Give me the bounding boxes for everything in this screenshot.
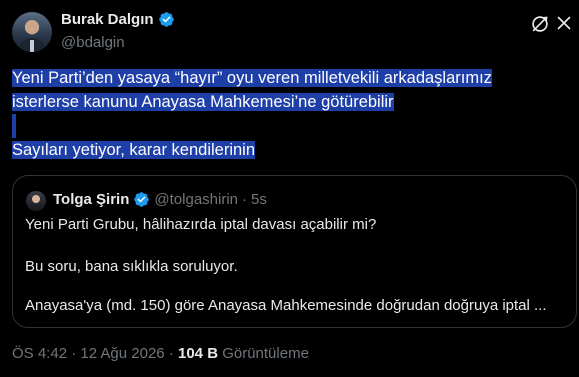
separator-dot: · — [164, 345, 178, 362]
tweet-text-line: Yeni Parti’den yasaya “hayır” oyu veren … — [12, 69, 492, 87]
quoted-text-line: Yeni Parti Grubu, hâlihazırda iptal dava… — [25, 216, 377, 233]
close-icon[interactable] — [553, 12, 575, 34]
separator-dot: · — [67, 345, 81, 362]
quoted-text-line: Bu soru, bana sıklıkla soruluyor. — [25, 258, 238, 275]
author-name-row: Burak Dalgın — [61, 11, 175, 28]
quoted-text-line: Anayasa'ya (md. 150) göre Anayasa Mahkem… — [25, 297, 547, 314]
tweet-text-line: Sayıları yetiyor, karar kendilerinin — [12, 141, 256, 159]
post-time[interactable]: ÖS 4:42 — [12, 345, 67, 362]
quoted-author-name: Tolga Şirin — [53, 191, 130, 208]
tweet-text: Yeni Parti’den yasaya “hayır” oyu veren … — [12, 66, 567, 162]
verified-badge-icon — [134, 192, 150, 207]
quoted-tweet[interactable]: Tolga Şirin @tolgashirin · 5s Yeni Parti… — [12, 175, 577, 328]
paragraph-gap — [12, 114, 567, 138]
quoted-header: Tolga Şirin @tolgashirin · 5s — [53, 191, 267, 208]
separator-dot: · — [242, 191, 248, 208]
post-date[interactable]: 12 Ağu 2026 — [80, 345, 164, 362]
tweet-card: Burak Dalgın @bdalgin Yeni Parti’den yas… — [0, 0, 579, 377]
views-label: Görüntüleme — [218, 345, 309, 362]
verified-badge-icon — [158, 12, 174, 27]
author-avatar[interactable] — [12, 12, 52, 52]
author-handle[interactable]: @bdalgin — [61, 34, 125, 51]
quoted-author-handle: @tolgashirin — [154, 191, 239, 208]
tweet-meta: ÖS 4:42 · 12 Ağu 2026 · 104 B Görüntülem… — [12, 345, 309, 362]
quoted-timestamp: 5s — [251, 191, 267, 208]
views-count: 104 B — [178, 345, 219, 362]
avatar-tie — [30, 40, 34, 52]
author-display-name[interactable]: Burak Dalgın — [61, 11, 154, 28]
quoted-author-avatar[interactable] — [26, 191, 46, 211]
tweet-text-line: isterlerse kanunu Anayasa Mahkemesi’ne g… — [12, 93, 394, 111]
grok-icon[interactable] — [529, 13, 551, 35]
